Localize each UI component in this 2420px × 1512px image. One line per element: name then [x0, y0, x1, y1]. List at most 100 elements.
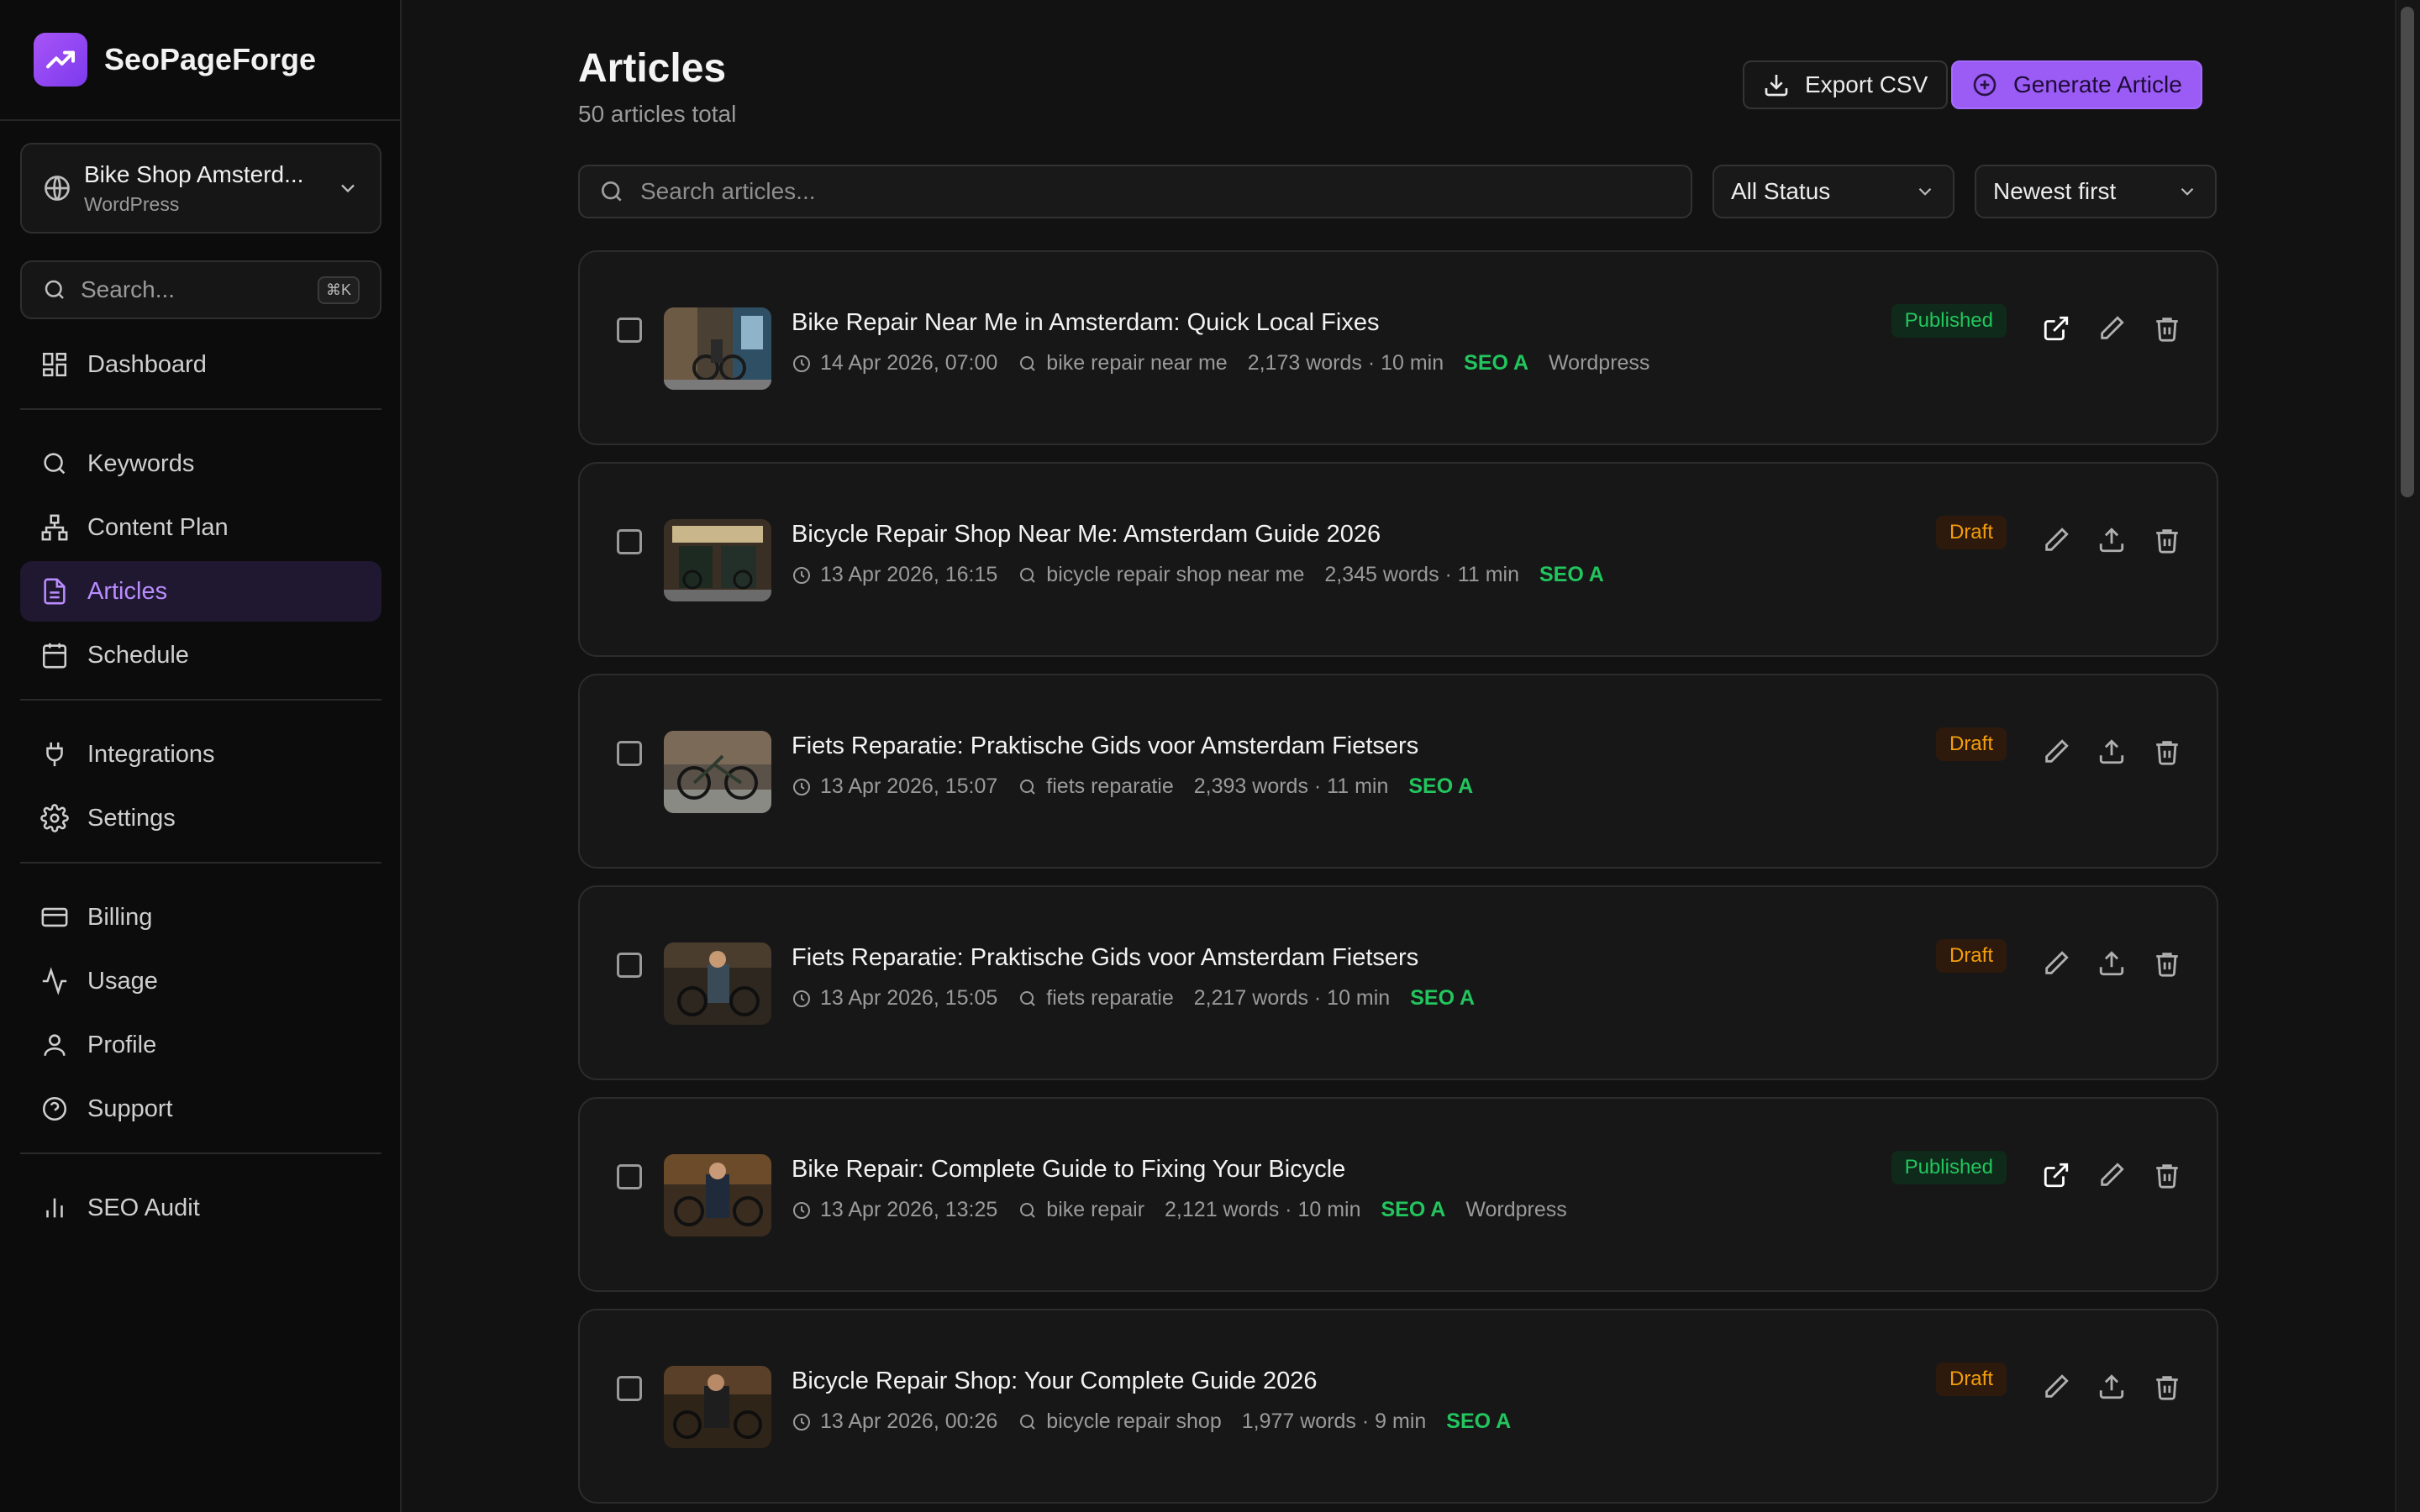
- article-card[interactable]: Fiets Reparatie: Praktische Gids voor Am…: [578, 674, 2218, 869]
- seo-grade: SEO A: [1539, 563, 1604, 586]
- article-title[interactable]: Bicycle Repair Shop: Your Complete Guide…: [792, 1368, 1318, 1395]
- article-title[interactable]: Bike Repair Near Me in Amsterdam: Quick …: [792, 309, 1379, 337]
- article-meta: 13 Apr 2026, 15:07 fiets reparatie 2,393…: [792, 774, 1493, 799]
- sidebar-item-keywords[interactable]: Keywords: [20, 433, 381, 494]
- article-date: 13 Apr 2026, 00:26: [820, 1410, 998, 1433]
- scrollbar-thumb[interactable]: [2401, 7, 2414, 497]
- external-link-icon[interactable]: [2042, 314, 2070, 343]
- generate-article-button[interactable]: Generate Article: [1951, 60, 2202, 109]
- status-filter-select[interactable]: All Status: [1712, 165, 1954, 218]
- sidebar-item-schedule[interactable]: Schedule: [20, 625, 381, 685]
- shortcut-hint: ⌘K: [317, 276, 360, 304]
- search-icon: [45, 280, 64, 299]
- sidebar-item-label: Dashboard: [87, 350, 207, 378]
- scrollbar[interactable]: [2395, 0, 2420, 1512]
- sidebar-item-support[interactable]: Support: [20, 1079, 381, 1139]
- plus-circle-icon: [1973, 73, 1996, 97]
- upload-icon[interactable]: [2097, 1373, 2126, 1401]
- article-actions: [2042, 738, 2181, 766]
- clock-icon: [793, 1413, 810, 1431]
- article-search[interactable]: [578, 165, 1692, 218]
- select-checkbox[interactable]: [617, 1164, 642, 1189]
- article-card[interactable]: Bike Repair: Complete Guide to Fixing Yo…: [578, 1097, 2218, 1292]
- article-stats: 2,345 words · 11 min: [1324, 563, 1519, 586]
- pencil-icon[interactable]: [2042, 949, 2070, 978]
- export-csv-button[interactable]: Export CSV: [1743, 60, 1949, 109]
- sidebar-item-settings[interactable]: Settings: [20, 788, 381, 848]
- pencil-icon[interactable]: [2042, 738, 2070, 766]
- article-thumbnail: [664, 731, 771, 813]
- sidebar-item-label: Usage: [87, 967, 158, 995]
- article-title[interactable]: Bike Repair: Complete Guide to Fixing Yo…: [792, 1156, 1345, 1184]
- credit-card-icon: [41, 907, 68, 927]
- article-search-input[interactable]: [640, 178, 1649, 205]
- pencil-icon[interactable]: [2097, 1161, 2126, 1189]
- trash-icon[interactable]: [2153, 949, 2181, 978]
- sidebar-item-integrations[interactable]: Integrations: [20, 724, 381, 785]
- article-meta: 13 Apr 2026, 15:05 fiets reparatie 2,217…: [792, 986, 1495, 1011]
- chevron-down-icon: [341, 184, 355, 193]
- sidebar-item-label: Settings: [87, 804, 176, 832]
- external-link-icon[interactable]: [2042, 1161, 2070, 1189]
- sidebar-item-content-plan[interactable]: Content Plan: [20, 497, 381, 558]
- upload-icon[interactable]: [2097, 949, 2126, 978]
- status-badge: Draft: [1935, 516, 2007, 549]
- select-checkbox[interactable]: [617, 529, 642, 554]
- upload-icon[interactable]: [2097, 738, 2126, 766]
- sidebar-item-billing[interactable]: Billing: [20, 887, 381, 948]
- select-checkbox[interactable]: [617, 953, 642, 978]
- sidebar-item-usage[interactable]: Usage: [20, 951, 381, 1011]
- article-meta: 13 Apr 2026, 13:25 bike repair 2,121 wor…: [792, 1198, 1587, 1222]
- article-thumbnail: [664, 942, 771, 1025]
- brand[interactable]: SeoPageForge: [0, 0, 400, 121]
- article-title[interactable]: Fiets Reparatie: Praktische Gids voor Am…: [792, 944, 1418, 972]
- pencil-icon[interactable]: [2042, 1373, 2070, 1401]
- sort-select[interactable]: Newest first: [1975, 165, 2217, 218]
- sidebar-item-profile[interactable]: Profile: [20, 1015, 381, 1075]
- search-icon: [602, 181, 622, 202]
- article-thumbnail: [664, 1366, 771, 1448]
- pencil-icon[interactable]: [2097, 314, 2126, 343]
- sidebar-item-label: Support: [87, 1095, 173, 1122]
- article-card[interactable]: Bike Repair Near Me in Amsterdam: Quick …: [578, 250, 2218, 445]
- article-keyword: bike repair: [1046, 1198, 1145, 1221]
- article-keyword: bicycle repair shop near me: [1046, 563, 1305, 586]
- select-checkbox[interactable]: [617, 318, 642, 343]
- clock-icon: [793, 778, 810, 795]
- sort-value: Newest first: [1993, 178, 2117, 204]
- article-meta: 13 Apr 2026, 16:15 bicycle repair shop n…: [792, 563, 1624, 587]
- sidebar-item-dashboard[interactable]: Dashboard: [20, 334, 381, 395]
- search-icon: [1020, 1414, 1036, 1430]
- trash-icon[interactable]: [2153, 738, 2181, 766]
- sidebar-search[interactable]: Search... ⌘K: [20, 260, 381, 319]
- article-title[interactable]: Fiets Reparatie: Praktische Gids voor Am…: [792, 732, 1418, 760]
- status-badge: Published: [1891, 1151, 2007, 1184]
- pencil-icon[interactable]: [2042, 526, 2070, 554]
- select-checkbox[interactable]: [617, 741, 642, 766]
- article-card[interactable]: Bicycle Repair Shop: Your Complete Guide…: [578, 1309, 2218, 1504]
- article-date: 14 Apr 2026, 07:00: [820, 351, 998, 375]
- trash-icon[interactable]: [2153, 314, 2181, 343]
- sidebar: SeoPageForge Bike Shop Amsterd... WordPr…: [0, 0, 402, 1512]
- app-root: SeoPageForge Bike Shop Amsterd... WordPr…: [0, 0, 2420, 1512]
- upload-icon[interactable]: [2097, 526, 2126, 554]
- select-checkbox[interactable]: [617, 1376, 642, 1401]
- status-badge: Draft: [1935, 727, 2007, 761]
- article-card[interactable]: Bicycle Repair Shop Near Me: Amsterdam G…: [578, 462, 2218, 657]
- article-stats: 1,977 words · 9 min: [1241, 1410, 1427, 1433]
- article-card[interactable]: Fiets Reparatie: Praktische Gids voor Am…: [578, 885, 2218, 1080]
- article-meta: 14 Apr 2026, 07:00 bike repair near me 2…: [792, 351, 1670, 375]
- article-actions: [2042, 1161, 2181, 1189]
- site-switcher[interactable]: Bike Shop Amsterd... WordPress: [20, 143, 381, 234]
- article-title[interactable]: Bicycle Repair Shop Near Me: Amsterdam G…: [792, 521, 1381, 549]
- clock-icon: [793, 1201, 810, 1219]
- trash-icon[interactable]: [2153, 526, 2181, 554]
- sidebar-item-label: Profile: [87, 1031, 157, 1058]
- trash-icon[interactable]: [2153, 1373, 2181, 1401]
- sidebar-item-articles[interactable]: Articles: [20, 561, 381, 622]
- sitemap-icon: [41, 514, 68, 541]
- sidebar-item-seo-audit[interactable]: SEO Audit: [20, 1178, 381, 1238]
- status-badge: Draft: [1935, 1362, 2007, 1396]
- trash-icon[interactable]: [2153, 1161, 2181, 1189]
- user-icon: [44, 1034, 66, 1056]
